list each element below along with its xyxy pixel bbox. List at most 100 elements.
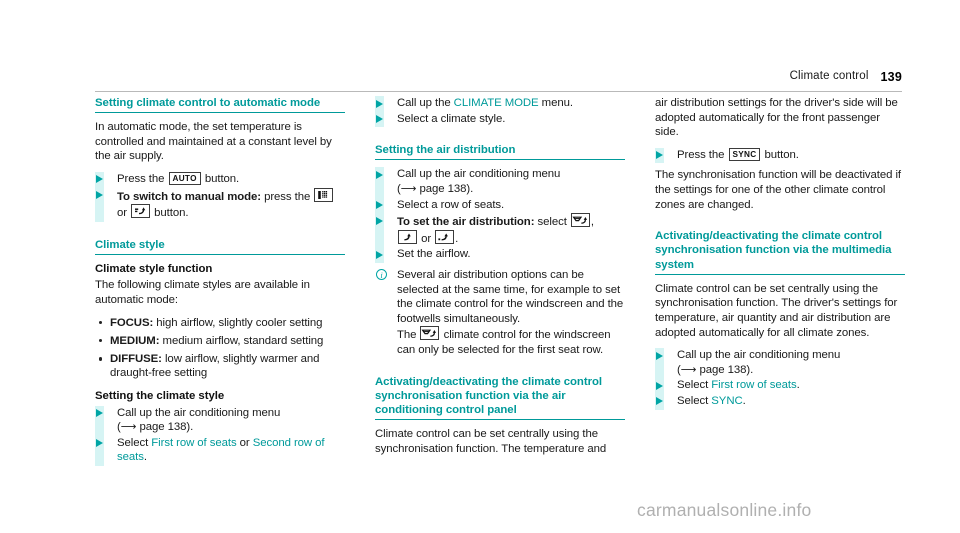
- step-text-pre: Call up the: [397, 97, 451, 109]
- menu-item-climate-mode[interactable]: CLIMATE MODE: [454, 97, 539, 109]
- step-text-post: button.: [154, 207, 189, 220]
- triangle-right-icon: [375, 170, 383, 179]
- round-bullet-icon: [98, 357, 102, 361]
- column-1: Setting climate control to automatic mod…: [95, 96, 345, 471]
- triangle-right-icon: [375, 99, 383, 108]
- step-select-row-of-seats: Select a row of seats.: [375, 197, 625, 213]
- step-select-sync: Select SYNC.: [655, 393, 905, 410]
- list-climate-styles: FOCUS: high airflow, slightly cooler set…: [95, 316, 345, 381]
- step-text-post: .: [455, 232, 459, 245]
- heading-climate-style-function: Climate style function: [95, 262, 213, 275]
- list-item: FOCUS: high airflow, slightly cooler set…: [95, 316, 345, 331]
- triangle-right-icon: [95, 409, 103, 418]
- auto-button-keycap: AUTO: [168, 171, 201, 185]
- steps-automatic-mode: Press the AUTO button. To switch to manu…: [95, 171, 345, 222]
- step-text-or: or: [239, 436, 250, 449]
- triangle-right-icon: [375, 201, 383, 210]
- style-name: FOCUS:: [110, 316, 154, 329]
- step-text-post: .: [742, 394, 746, 407]
- step-select-row-of-seats: Select First row of seats or Second row …: [95, 435, 345, 467]
- round-bullet-icon: [98, 321, 102, 325]
- upper-body-air-distribution-icon: [398, 229, 417, 244]
- triangle-right-icon: [375, 115, 383, 124]
- step-call-up-ac-menu: Call up the air conditioning menu (⟶ pag…: [375, 167, 625, 198]
- paragraph-sync-deactivation: The synchronisation function will be dea…: [655, 169, 902, 211]
- steps-setting-climate-style: Call up the air conditioning menu (⟶ pag…: [95, 405, 345, 467]
- step-call-up-climate-mode-menu: Call up the CLIMATE MODE menu.: [375, 96, 625, 112]
- triangle-right-icon: [655, 397, 663, 406]
- step-text: Set the airflow.: [397, 248, 471, 261]
- page-reference: page 138).: [419, 182, 474, 195]
- round-bullet-icon: [98, 339, 102, 343]
- column-3: air distribution settings for the driver…: [655, 96, 905, 471]
- watermark: carmanualsonline.info: [637, 500, 812, 520]
- note-air-distribution-options: i Several air distribution options can b…: [375, 268, 625, 358]
- steps-press-sync: Press the SYNC button.: [655, 147, 905, 163]
- sync-button-keycap: SYNC: [728, 147, 761, 161]
- right-arrow-icon: ⟶: [400, 181, 417, 195]
- step-text-pre: Select: [117, 436, 149, 449]
- step-text: Call up the air conditioning menu: [677, 349, 841, 362]
- step-press-sync-button: Press the SYNC button.: [655, 147, 905, 163]
- page-header: Climate control 139: [95, 70, 902, 92]
- page-number: 139: [880, 70, 902, 84]
- style-name: DIFFUSE:: [110, 352, 162, 365]
- step-text-pre: Select: [677, 379, 709, 392]
- step-text-or: or: [117, 207, 127, 220]
- step-text-pre: Press the: [117, 172, 165, 185]
- step-text-mid: press the: [264, 190, 311, 203]
- info-circle-icon: i: [376, 269, 387, 281]
- heading-setting-air-distribution: Setting the air distribution: [375, 143, 625, 161]
- right-arrow-icon: ⟶: [680, 362, 697, 376]
- page-reference: page 138).: [139, 421, 194, 434]
- style-description: medium airflow, standard setting: [162, 334, 324, 347]
- step-text-post: .: [796, 379, 800, 392]
- triangle-right-icon: [375, 250, 383, 259]
- step-text-comma: ,: [590, 216, 594, 229]
- step-press-auto-button: Press the AUTO button.: [95, 171, 345, 188]
- triangle-right-icon: [655, 381, 663, 390]
- column-2: Call up the CLIMATE MODE menu. Select a …: [375, 96, 625, 471]
- list-item: MEDIUM: medium airflow, standard setting: [95, 334, 345, 349]
- menu-item-first-row-of-seats[interactable]: First row of seats: [151, 437, 236, 449]
- step-text: Select a row of seats.: [397, 198, 505, 211]
- step-text-post: button.: [764, 148, 799, 161]
- menu-item-first-row-of-seats[interactable]: First row of seats: [711, 379, 796, 391]
- page-reference: page 138).: [699, 363, 754, 376]
- step-text-pre: Select: [677, 394, 709, 407]
- step-text-post: menu.: [541, 97, 573, 109]
- air-quantity-button-icon: [314, 187, 334, 202]
- heading-sync-via-multimedia: Activating/deactivating the climate cont…: [655, 229, 905, 275]
- paragraph-climate-styles-intro: The following climate styles are availab…: [95, 279, 310, 307]
- list-item: DIFFUSE: low airflow, slightly warmer an…: [95, 352, 345, 381]
- paragraph-sync-continued: air distribution settings for the driver…: [655, 97, 898, 139]
- triangle-right-icon: [95, 439, 103, 448]
- heading-sync-via-control-panel: Activating/deactivating the climate cont…: [375, 375, 625, 421]
- note-text-pre: The: [397, 329, 417, 342]
- menu-item-sync[interactable]: SYNC: [711, 395, 742, 407]
- heading-setting-the-climate-style: Setting the climate style: [95, 390, 225, 403]
- right-arrow-icon: ⟶: [120, 420, 137, 434]
- step-label-bold: To switch to manual mode:: [117, 190, 261, 203]
- step-text-pre: Press the: [677, 148, 725, 161]
- style-description: high airflow, slightly cooler setting: [156, 316, 323, 329]
- steps-multimedia-sync: Call up the air conditioning menu (⟶ pag…: [655, 348, 905, 410]
- triangle-right-icon: [655, 151, 663, 160]
- step-text: Select a climate style.: [397, 112, 506, 125]
- step-text: Call up the air conditioning menu: [397, 168, 561, 181]
- footwell-air-distribution-icon: [435, 229, 455, 244]
- step-call-up-ac-menu: Call up the air conditioning menu (⟶ pag…: [655, 348, 905, 379]
- page-body: Setting climate control to automatic mod…: [95, 96, 905, 471]
- steps-air-distribution: Call up the air conditioning menu (⟶ pag…: [375, 167, 625, 263]
- step-label-bold: To set the air distribution:: [397, 216, 535, 229]
- step-text-or: or: [421, 232, 432, 245]
- step-call-up-ac-menu: Call up the air conditioning menu (⟶ pag…: [95, 405, 345, 436]
- paragraph-multimedia-sync-intro: Climate control can be set centrally usi…: [655, 282, 898, 339]
- steps-climate-mode: Call up the CLIMATE MODE menu. Select a …: [375, 96, 625, 127]
- triangle-right-icon: [95, 175, 103, 184]
- step-text-post: button.: [204, 172, 240, 185]
- air-distribution-button-icon: [131, 204, 151, 219]
- note-text-part1: Several air distribution options can be …: [397, 268, 624, 325]
- header-section-title: Climate control: [789, 70, 869, 82]
- triangle-right-icon: [655, 351, 663, 360]
